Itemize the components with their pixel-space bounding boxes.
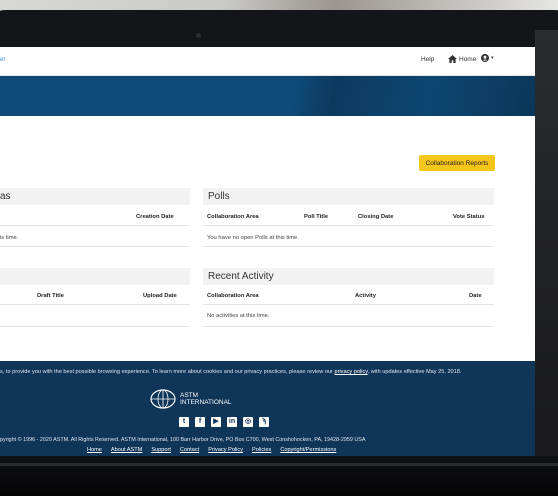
brand-link[interactable]: er	[0, 57, 5, 63]
cookie-notice: s, to provide you with the best possible…	[0, 369, 461, 375]
column-header-date: Date	[469, 293, 482, 299]
site-footer: s, to provide you with the best possible…	[0, 361, 535, 456]
column-header-draft-title: Draft Title	[37, 293, 64, 299]
home-icon	[448, 55, 457, 63]
drafts-panel-header	[0, 268, 190, 285]
column-header-collaboration-area: Collaboration Area	[207, 293, 259, 299]
top-navigation: er Help Home ▾	[0, 47, 535, 76]
divider	[203, 304, 494, 305]
column-header-collaboration-area: Collaboration Area	[207, 214, 259, 220]
cookie-text: s, to provide you with the best possible…	[0, 369, 335, 375]
divider	[0, 225, 190, 226]
astm-logo[interactable]: ASTM INTERNATIONAL	[150, 389, 232, 409]
astm-logo-icon	[150, 389, 176, 409]
column-header-vote-status: Vote Status	[453, 214, 485, 220]
empty-message: No activities at this time.	[207, 313, 270, 319]
recent-activity-panel-header: Recent Activity	[203, 268, 494, 285]
screen-edge	[535, 30, 558, 460]
linkedin-icon[interactable]: in	[227, 417, 237, 427]
laptop-hinge	[0, 463, 558, 466]
column-header-upload-date: Upload Date	[143, 293, 177, 299]
user-menu[interactable]: ▾	[481, 54, 494, 62]
divider	[0, 326, 190, 327]
divider	[0, 246, 190, 247]
logo-line-2: INTERNATIONAL	[180, 399, 232, 406]
social-links: t f ▶ in ◎ ϡ	[179, 417, 269, 427]
collaboration-reports-button[interactable]: Collaboration Reports	[419, 155, 495, 171]
column-header-creation-date: Creation Date	[136, 214, 174, 220]
column-header-poll-title: Poll Title	[304, 214, 329, 220]
recent-activity-title: Recent Activity	[208, 271, 274, 282]
divider	[203, 246, 494, 247]
instagram-icon[interactable]: ◎	[243, 417, 253, 427]
user-icon	[481, 54, 489, 62]
home-link-label: Home	[459, 55, 477, 63]
footer-link-home[interactable]: Home	[87, 447, 102, 453]
home-link[interactable]: Home	[448, 55, 476, 63]
footer-link-support[interactable]: Support	[151, 447, 171, 453]
collaboration-areas-panel-header: as	[0, 188, 190, 205]
laptop-base	[0, 456, 558, 496]
logo-line-1: ASTM	[180, 392, 199, 399]
divider	[203, 225, 494, 226]
facebook-icon[interactable]: f	[195, 417, 205, 427]
divider	[203, 326, 494, 327]
polls-panel-header: Polls	[203, 188, 494, 205]
footer-link-about[interactable]: About ASTM	[111, 447, 142, 453]
chevron-down-icon: ▾	[491, 55, 494, 61]
empty-message: is time.	[0, 235, 19, 241]
column-header-activity: Activity	[355, 293, 376, 299]
empty-message: You have no open Polls at this time.	[207, 235, 299, 241]
youtube-icon[interactable]: ▶	[211, 417, 221, 427]
footer-link-policies[interactable]: Policies	[252, 447, 271, 453]
laptop-scene: er Help Home ▾ Collaboration Reports as …	[0, 0, 558, 496]
footer-link-copyright[interactable]: Copyright/Permissions	[280, 447, 336, 453]
cookie-text-end: , with updates effective May 25, 2018.	[367, 369, 462, 375]
privacy-policy-link[interactable]: privacy policy	[334, 369, 367, 375]
help-link[interactable]: Help	[421, 56, 434, 63]
browser-viewport: er Help Home ▾ Collaboration Reports as …	[0, 47, 535, 456]
twitter-icon[interactable]: t	[179, 417, 189, 427]
panel-title: as	[0, 191, 11, 202]
footer-link-contact[interactable]: Contact	[180, 447, 199, 453]
column-header-closing-date: Closing Date	[358, 214, 394, 220]
rss-icon[interactable]: ϡ	[259, 417, 269, 427]
footer-link-privacy[interactable]: Privacy Policy	[208, 447, 243, 453]
copyright-text: pyright © 1996 - 2020 ASTM. All Rights R…	[0, 437, 366, 443]
page-banner	[0, 76, 535, 116]
polls-title: Polls	[208, 191, 230, 202]
webcam	[196, 33, 201, 38]
footer-links: Home About ASTM Support Contact Privacy …	[87, 447, 336, 453]
divider	[0, 304, 190, 305]
